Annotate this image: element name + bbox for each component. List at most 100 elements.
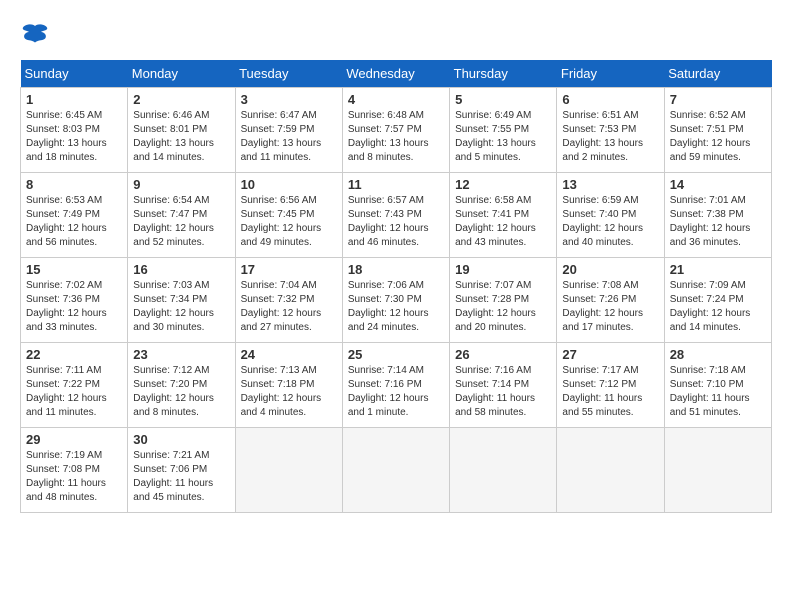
day-number: 14 [670, 177, 766, 192]
day-info: Sunrise: 6:58 AM Sunset: 7:41 PM Dayligh… [455, 194, 551, 250]
calendar-cell: 16Sunrise: 7:03 AM Sunset: 7:34 PM Dayli… [128, 258, 235, 343]
day-info: Sunrise: 7:07 AM Sunset: 7:28 PM Dayligh… [455, 279, 551, 335]
day-info: Sunrise: 6:45 AM Sunset: 8:03 PM Dayligh… [26, 109, 122, 165]
day-number: 5 [455, 92, 551, 107]
calendar-cell: 11 Sunrise: 6:57 AM Sunset: 7:43 PM Dayli… [342, 173, 449, 258]
day-number: 24 [241, 347, 337, 362]
calendar-cell: 15 Sunrise: 7:02 AM Sunset: 7:36 PM Dayli… [21, 258, 128, 343]
weekday-header: Friday [557, 60, 664, 88]
calendar-row: 29 Sunrise: 7:19 AM Sunset: 7:08 PM Dayli… [21, 428, 772, 513]
calendar-cell: 23Sunrise: 7:12 AM Sunset: 7:20 PM Dayli… [128, 343, 235, 428]
page-header [20, 20, 772, 50]
calendar-row: 1 Sunrise: 6:45 AM Sunset: 8:03 PM Daylig… [21, 88, 772, 173]
day-number: 7 [670, 92, 766, 107]
day-info: Sunrise: 6:47 AM Sunset: 7:59 PM Dayligh… [241, 109, 337, 165]
day-number: 13 [562, 177, 658, 192]
day-info: Sunrise: 7:11 AM Sunset: 7:22 PM Dayligh… [26, 364, 122, 420]
day-info: Sunrise: 7:06 AM Sunset: 7:30 PM Dayligh… [348, 279, 444, 335]
logo-icon [20, 20, 50, 50]
day-number: 2 [133, 92, 229, 107]
calendar-cell: 22 Sunrise: 7:11 AM Sunset: 7:22 PM Dayli… [21, 343, 128, 428]
day-info: Sunrise: 7:16 AM Sunset: 7:14 PM Dayligh… [455, 364, 551, 420]
calendar-row: 15 Sunrise: 7:02 AM Sunset: 7:36 PM Dayli… [21, 258, 772, 343]
day-info: Sunrise: 6:52 AM Sunset: 7:51 PM Dayligh… [670, 109, 766, 165]
calendar-cell [235, 428, 342, 513]
calendar-cell [557, 428, 664, 513]
day-number: 4 [348, 92, 444, 107]
day-number: 21 [670, 262, 766, 277]
day-info: Sunrise: 7:12 AM Sunset: 7:20 PM Dayligh… [133, 364, 229, 420]
day-number: 26 [455, 347, 551, 362]
calendar-cell: 19 Sunrise: 7:07 AM Sunset: 7:28 PM Dayli… [450, 258, 557, 343]
day-info: Sunrise: 7:19 AM Sunset: 7:08 PM Dayligh… [26, 449, 122, 505]
day-number: 8 [26, 177, 122, 192]
day-info: Sunrise: 6:57 AM Sunset: 7:43 PM Dayligh… [348, 194, 444, 250]
calendar-cell: 24 Sunrise: 7:13 AM Sunset: 7:18 PM Dayli… [235, 343, 342, 428]
day-info: Sunrise: 6:53 AM Sunset: 7:49 PM Dayligh… [26, 194, 122, 250]
calendar-cell: 10Sunrise: 6:56 AM Sunset: 7:45 PM Dayli… [235, 173, 342, 258]
day-info: Sunrise: 7:09 AM Sunset: 7:24 PM Dayligh… [670, 279, 766, 335]
calendar-cell: 26 Sunrise: 7:16 AM Sunset: 7:14 PM Dayli… [450, 343, 557, 428]
calendar-cell: 18 Sunrise: 7:06 AM Sunset: 7:30 PM Dayli… [342, 258, 449, 343]
day-number: 25 [348, 347, 444, 362]
calendar-cell: 3 Sunrise: 6:47 AM Sunset: 7:59 PM Daylig… [235, 88, 342, 173]
day-number: 18 [348, 262, 444, 277]
day-info: Sunrise: 6:51 AM Sunset: 7:53 PM Dayligh… [562, 109, 658, 165]
day-number: 3 [241, 92, 337, 107]
weekday-header: Saturday [664, 60, 771, 88]
calendar-cell: 13 Sunrise: 6:59 AM Sunset: 7:40 PM Dayli… [557, 173, 664, 258]
calendar-cell [342, 428, 449, 513]
calendar-cell: 9Sunrise: 6:54 AM Sunset: 7:47 PM Daylig… [128, 173, 235, 258]
calendar-cell: 14 Sunrise: 7:01 AM Sunset: 7:38 PM Dayli… [664, 173, 771, 258]
weekday-header: Monday [128, 60, 235, 88]
day-info: Sunrise: 7:18 AM Sunset: 7:10 PM Dayligh… [670, 364, 766, 420]
day-info: Sunrise: 7:08 AM Sunset: 7:26 PM Dayligh… [562, 279, 658, 335]
day-info: Sunrise: 7:04 AM Sunset: 7:32 PM Dayligh… [241, 279, 337, 335]
calendar-cell: 12Sunrise: 6:58 AM Sunset: 7:41 PM Dayli… [450, 173, 557, 258]
day-number: 28 [670, 347, 766, 362]
calendar-cell: 29 Sunrise: 7:19 AM Sunset: 7:08 PM Dayli… [21, 428, 128, 513]
calendar-cell: 7 Sunrise: 6:52 AM Sunset: 7:51 PM Daylig… [664, 88, 771, 173]
day-number: 1 [26, 92, 122, 107]
day-info: Sunrise: 6:49 AM Sunset: 7:55 PM Dayligh… [455, 109, 551, 165]
day-info: Sunrise: 7:01 AM Sunset: 7:38 PM Dayligh… [670, 194, 766, 250]
day-number: 11 [348, 177, 444, 192]
day-number: 15 [26, 262, 122, 277]
calendar-cell: 5 Sunrise: 6:49 AM Sunset: 7:55 PM Daylig… [450, 88, 557, 173]
calendar-row: 8 Sunrise: 6:53 AM Sunset: 7:49 PM Daylig… [21, 173, 772, 258]
calendar-cell: 8 Sunrise: 6:53 AM Sunset: 7:49 PM Daylig… [21, 173, 128, 258]
calendar-cell: 20 Sunrise: 7:08 AM Sunset: 7:26 PM Dayli… [557, 258, 664, 343]
day-number: 9 [133, 177, 229, 192]
day-info: Sunrise: 7:14 AM Sunset: 7:16 PM Dayligh… [348, 364, 444, 420]
day-info: Sunrise: 6:56 AM Sunset: 7:45 PM Dayligh… [241, 194, 337, 250]
day-info: Sunrise: 7:17 AM Sunset: 7:12 PM Dayligh… [562, 364, 658, 420]
calendar-cell: 6 Sunrise: 6:51 AM Sunset: 7:53 PM Daylig… [557, 88, 664, 173]
day-number: 29 [26, 432, 122, 447]
calendar-cell: 17Sunrise: 7:04 AM Sunset: 7:32 PM Dayli… [235, 258, 342, 343]
calendar-cell: 2 Sunrise: 6:46 AM Sunset: 8:01 PM Daylig… [128, 88, 235, 173]
weekday-header: Thursday [450, 60, 557, 88]
day-info: Sunrise: 7:02 AM Sunset: 7:36 PM Dayligh… [26, 279, 122, 335]
weekday-header: Wednesday [342, 60, 449, 88]
day-info: Sunrise: 6:48 AM Sunset: 7:57 PM Dayligh… [348, 109, 444, 165]
calendar-cell: 30 Sunrise: 7:21 AM Sunset: 7:06 PM Dayli… [128, 428, 235, 513]
day-info: Sunrise: 7:03 AM Sunset: 7:34 PM Dayligh… [133, 279, 229, 335]
day-number: 20 [562, 262, 658, 277]
day-number: 19 [455, 262, 551, 277]
calendar-cell [664, 428, 771, 513]
day-number: 30 [133, 432, 229, 447]
weekday-header: Sunday [21, 60, 128, 88]
day-info: Sunrise: 7:13 AM Sunset: 7:18 PM Dayligh… [241, 364, 337, 420]
calendar-cell: 25 Sunrise: 7:14 AM Sunset: 7:16 PM Dayli… [342, 343, 449, 428]
calendar-cell: 27Sunrise: 7:17 AM Sunset: 7:12 PM Dayli… [557, 343, 664, 428]
calendar-cell: 21 Sunrise: 7:09 AM Sunset: 7:24 PM Dayli… [664, 258, 771, 343]
calendar-table: SundayMondayTuesdayWednesdayThursdayFrid… [20, 60, 772, 513]
calendar-cell: 1 Sunrise: 6:45 AM Sunset: 8:03 PM Daylig… [21, 88, 128, 173]
day-info: Sunrise: 6:46 AM Sunset: 8:01 PM Dayligh… [133, 109, 229, 165]
day-number: 6 [562, 92, 658, 107]
calendar-cell: 28 Sunrise: 7:18 AM Sunset: 7:10 PM Dayli… [664, 343, 771, 428]
day-info: Sunrise: 6:59 AM Sunset: 7:40 PM Dayligh… [562, 194, 658, 250]
day-number: 22 [26, 347, 122, 362]
day-info: Sunrise: 7:21 AM Sunset: 7:06 PM Dayligh… [133, 449, 229, 505]
calendar-cell: 4 Sunrise: 6:48 AM Sunset: 7:57 PM Daylig… [342, 88, 449, 173]
